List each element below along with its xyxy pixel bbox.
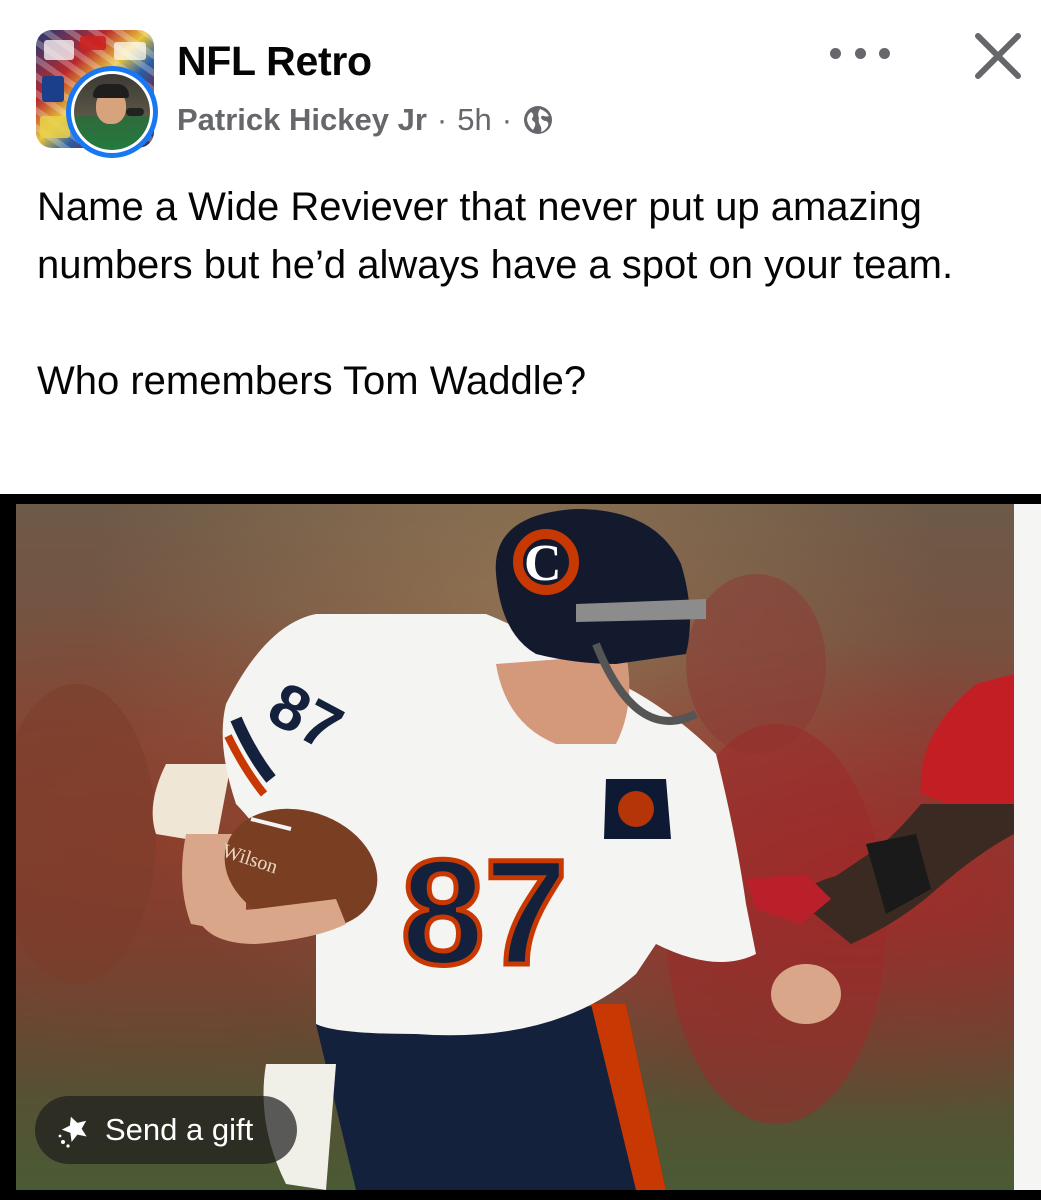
post-photo[interactable]: 87 87 C Wilson xyxy=(16,504,1014,1190)
meta-separator-2: · xyxy=(501,102,513,137)
post-header: NFL Retro Patrick Hickey Jr · 5h · xyxy=(0,0,1041,160)
send-gift-button[interactable]: Send a gift xyxy=(35,1096,297,1164)
photo-edge xyxy=(1014,504,1041,1190)
group-name-link[interactable]: NFL Retro xyxy=(177,38,372,84)
post-body-text: Name a Wide Reviever that never put up a… xyxy=(37,185,954,403)
jersey-number: 87 xyxy=(401,828,568,996)
gift-sparkle-icon xyxy=(57,1110,97,1150)
helmet-logo: C xyxy=(524,535,562,592)
send-gift-label: Send a gift xyxy=(105,1112,254,1147)
globe-icon[interactable] xyxy=(522,104,554,136)
close-icon[interactable] xyxy=(970,28,1026,84)
author-avatar[interactable] xyxy=(66,66,158,158)
football-player-illustration: 87 87 C Wilson xyxy=(16,509,1014,1190)
meta-separator: · xyxy=(436,102,448,137)
more-options-icon[interactable] xyxy=(830,38,890,68)
post-meta: Patrick Hickey Jr · 5h · xyxy=(177,100,554,140)
author-name-link[interactable]: Patrick Hickey Jr xyxy=(177,100,427,140)
post-timestamp[interactable]: 5h xyxy=(457,100,491,140)
